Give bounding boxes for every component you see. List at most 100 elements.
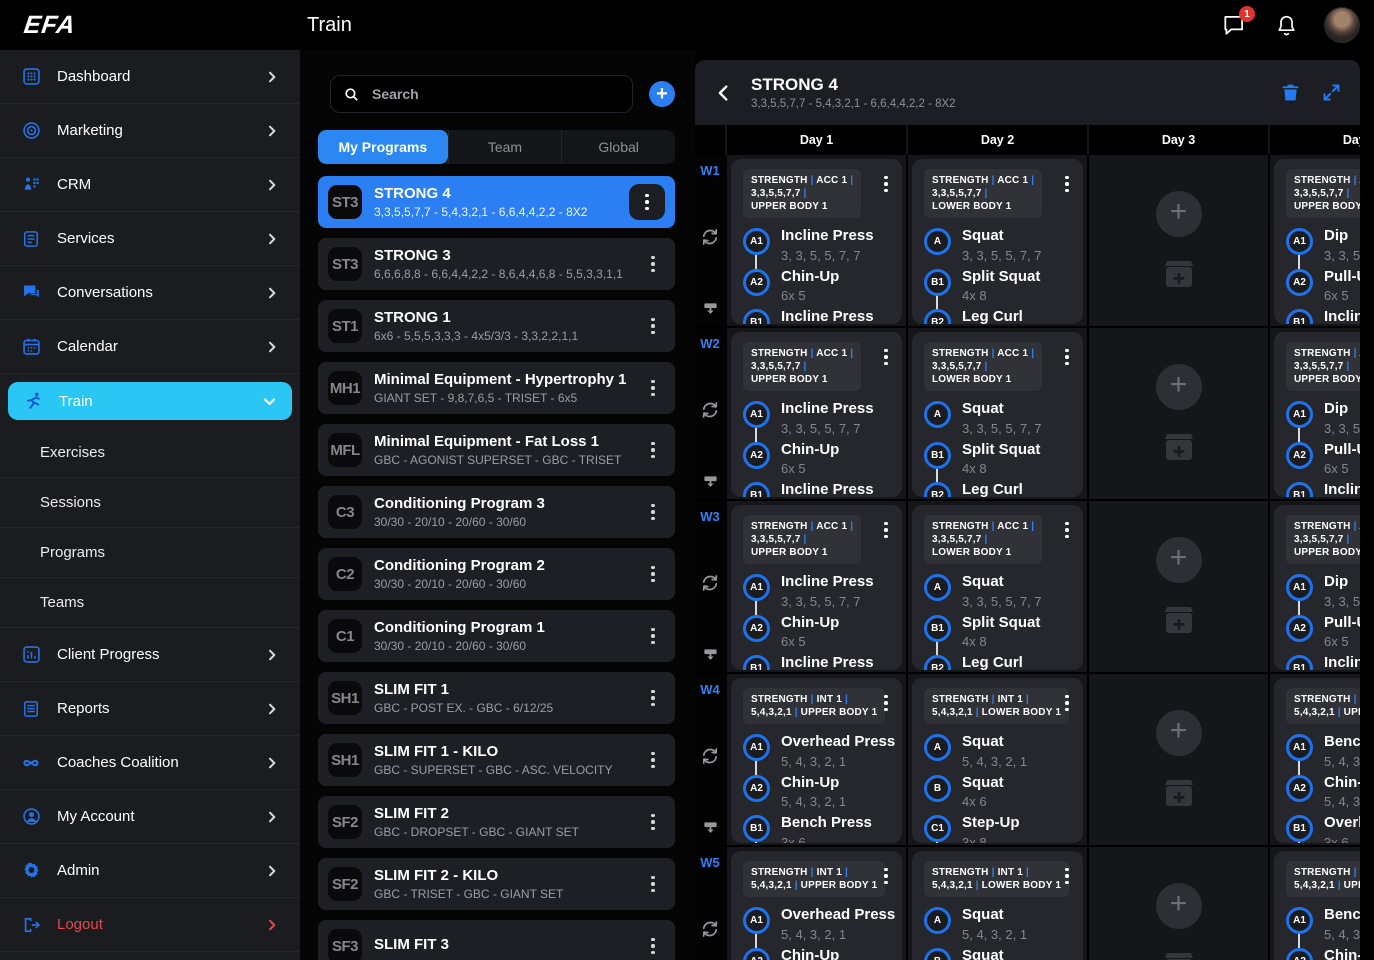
workout-card[interactable]: STRENGTH | ACC 1 |3,3,5,5,7,7 |UPPER BOD… — [1274, 505, 1360, 670]
swap-week-icon[interactable] — [700, 400, 720, 420]
workout-card[interactable]: STRENGTH | INT 1 |5,4,3,2,1 | UPPER BODY… — [1274, 678, 1360, 843]
add-workout-button[interactable]: + — [1156, 710, 1202, 756]
kebab-menu-button[interactable] — [641, 866, 665, 902]
kebab-menu-button[interactable] — [641, 370, 665, 406]
add-from-library-icon[interactable] — [1159, 774, 1199, 810]
kebab-menu-button[interactable] — [1055, 342, 1079, 372]
kebab-menu-button[interactable] — [641, 556, 665, 592]
workout-card[interactable]: STRENGTH | INT 1 |5,4,3,2,1 | UPPER BODY… — [731, 851, 902, 960]
add-program-button[interactable]: + — [649, 81, 675, 107]
program-list-item[interactable]: C1Conditioning Program 130/30 - 20/10 - … — [318, 610, 675, 662]
sidebar-item-exercises[interactable]: Exercises — [0, 428, 300, 478]
program-list-item[interactable]: C2Conditioning Program 230/30 - 20/10 - … — [318, 548, 675, 600]
notifications-button[interactable] — [1272, 11, 1300, 39]
program-list-item[interactable]: SH1SLIM FIT 1GBC - POST EX. - GBC - 6/12… — [318, 672, 675, 724]
messages-button[interactable]: 1 — [1220, 11, 1248, 39]
sidebar-item-services[interactable]: Services — [0, 212, 300, 266]
sidebar-item-reports[interactable]: Reports — [0, 682, 300, 736]
kebab-menu-button[interactable] — [874, 515, 898, 545]
avatar[interactable] — [1324, 7, 1360, 43]
sidebar-item-dashboard[interactable]: Dashboard — [0, 50, 300, 104]
delete-button[interactable] — [1280, 82, 1301, 103]
insert-week-icon[interactable] — [700, 814, 721, 835]
workout-card[interactable]: STRENGTH | ACC 1 |3,3,5,5,7,7 |LOWER BOD… — [912, 505, 1083, 670]
kebab-menu-button[interactable] — [874, 169, 898, 199]
workout-card[interactable]: STRENGTH | INT 1 |5,4,3,2,1 | LOWER BODY… — [912, 678, 1083, 843]
swap-week-icon[interactable] — [700, 227, 720, 247]
program-list-item[interactable]: MFLMinimal Equipment - Fat Loss 1GBC - A… — [318, 424, 675, 476]
workout-card[interactable]: STRENGTH | ACC 1 |3,3,5,5,7,7 |UPPER BOD… — [1274, 159, 1360, 324]
kebab-menu-button[interactable] — [1055, 169, 1079, 199]
kebab-menu-button[interactable] — [1055, 688, 1079, 718]
workout-card[interactable]: STRENGTH | INT 1 |5,4,3,2,1 | UPPER BODY… — [1274, 851, 1360, 960]
sidebar-item-client-progress[interactable]: Client Progress — [0, 628, 300, 682]
insert-week-icon[interactable] — [700, 468, 721, 489]
workout-card[interactable]: STRENGTH | ACC 1 |3,3,5,5,7,7 |UPPER BOD… — [1274, 332, 1360, 497]
kebab-menu-button[interactable] — [874, 861, 898, 891]
kebab-menu-button[interactable] — [641, 308, 665, 344]
sidebar-item-teams[interactable]: Teams — [0, 578, 300, 628]
swap-week-icon[interactable] — [700, 573, 720, 593]
kebab-menu-button[interactable] — [641, 246, 665, 282]
workout-card[interactable]: STRENGTH | ACC 1 |3,3,5,5,7,7 |LOWER BOD… — [912, 332, 1083, 497]
add-from-library-icon[interactable] — [1159, 601, 1199, 637]
kebab-menu-button[interactable] — [641, 928, 665, 960]
program-list-item[interactable]: C3Conditioning Program 330/30 - 20/10 - … — [318, 486, 675, 538]
workout-card[interactable]: STRENGTH | ACC 1 |3,3,5,5,7,7 |UPPER BOD… — [731, 332, 902, 497]
search-input[interactable] — [370, 85, 620, 103]
sidebar-item-marketing[interactable]: Marketing — [0, 104, 300, 158]
program-list-item[interactable]: ST3STRONG 43,3,5,5,7,7 - 5,4,3,2,1 - 6,6… — [318, 176, 675, 228]
kebab-menu-button[interactable] — [641, 432, 665, 468]
tab-my-programs[interactable]: My Programs — [318, 130, 448, 164]
insert-week-icon[interactable] — [700, 641, 721, 662]
tab-global[interactable]: Global — [561, 130, 675, 164]
exercise-detail: 3, 3, 5, 5, 7, 7 — [781, 421, 874, 436]
add-from-library-icon[interactable] — [1159, 255, 1199, 291]
kebab-menu-button[interactable] — [641, 742, 665, 778]
kebab-menu-button[interactable] — [874, 342, 898, 372]
kebab-menu-button[interactable] — [1055, 861, 1079, 891]
program-list-item[interactable]: ST1STRONG 16x6 - 5,5,5,3,3,3 - 4x5/3/3 -… — [318, 300, 675, 352]
sidebar-item-programs[interactable]: Programs — [0, 528, 300, 578]
add-workout-button[interactable]: + — [1156, 364, 1202, 410]
kebab-menu-button[interactable] — [641, 680, 665, 716]
add-from-library-icon[interactable] — [1159, 428, 1199, 464]
program-item-title: Conditioning Program 3 — [374, 495, 641, 512]
add-workout-button[interactable]: + — [1156, 191, 1202, 237]
sidebar-item-conversations[interactable]: Conversations — [0, 266, 300, 320]
kebab-menu-button[interactable] — [1055, 515, 1079, 545]
tab-team[interactable]: Team — [448, 130, 562, 164]
expand-button[interactable] — [1321, 82, 1342, 103]
workout-card[interactable]: STRENGTH | INT 1 |5,4,3,2,1 | LOWER BODY… — [912, 851, 1083, 960]
sidebar-item-coaches-coalition[interactable]: Coaches Coalition — [0, 736, 300, 790]
sidebar-item-sessions[interactable]: Sessions — [0, 478, 300, 528]
swap-week-icon[interactable] — [700, 746, 720, 766]
kebab-menu-button[interactable] — [641, 618, 665, 654]
add-workout-button[interactable]: + — [1156, 537, 1202, 583]
sidebar-item-logout[interactable]: Logout — [0, 898, 300, 952]
program-list-item[interactable]: SH1SLIM FIT 1 - KILOGBC - SUPERSET - GBC… — [318, 734, 675, 786]
insert-week-icon[interactable] — [700, 295, 721, 316]
back-button[interactable] — [713, 82, 735, 104]
program-list-item[interactable]: ST3STRONG 36,6,6,8,8 - 6,6,4,4,2,2 - 8,6… — [318, 238, 675, 290]
workout-card[interactable]: STRENGTH | ACC 1 |3,3,5,5,7,7 |UPPER BOD… — [731, 505, 902, 670]
sidebar-item-train[interactable]: Train — [8, 382, 292, 420]
kebab-menu-button[interactable] — [874, 688, 898, 718]
workout-card[interactable]: STRENGTH | ACC 1 |3,3,5,5,7,7 |LOWER BOD… — [912, 159, 1083, 324]
sidebar-item-my-account[interactable]: My Account — [0, 790, 300, 844]
kebab-menu-button[interactable] — [641, 494, 665, 530]
workout-card[interactable]: STRENGTH | ACC 1 |3,3,5,5,7,7 |UPPER BOD… — [731, 159, 902, 324]
kebab-menu-button[interactable] — [641, 804, 665, 840]
program-list-item[interactable]: MH1Minimal Equipment - Hypertrophy 1GIAN… — [318, 362, 675, 414]
program-list-item[interactable]: SF2SLIM FIT 2GBC - DROPSET - GBC - GIANT… — [318, 796, 675, 848]
workout-card[interactable]: STRENGTH | INT 1 |5,4,3,2,1 | UPPER BODY… — [731, 678, 902, 843]
add-from-library-icon[interactable] — [1159, 947, 1199, 960]
sidebar-item-calendar[interactable]: Calendar — [0, 320, 300, 374]
program-list-item[interactable]: SF3SLIM FIT 3 — [318, 920, 675, 960]
swap-week-icon[interactable] — [700, 919, 720, 939]
program-list-item[interactable]: SF2SLIM FIT 2 - KILOGBC - TRISET - GBC -… — [318, 858, 675, 910]
add-workout-button[interactable]: + — [1156, 883, 1202, 929]
sidebar-item-crm[interactable]: CRM — [0, 158, 300, 212]
sidebar-item-admin[interactable]: Admin — [0, 844, 300, 898]
kebab-menu-button[interactable] — [629, 184, 665, 220]
